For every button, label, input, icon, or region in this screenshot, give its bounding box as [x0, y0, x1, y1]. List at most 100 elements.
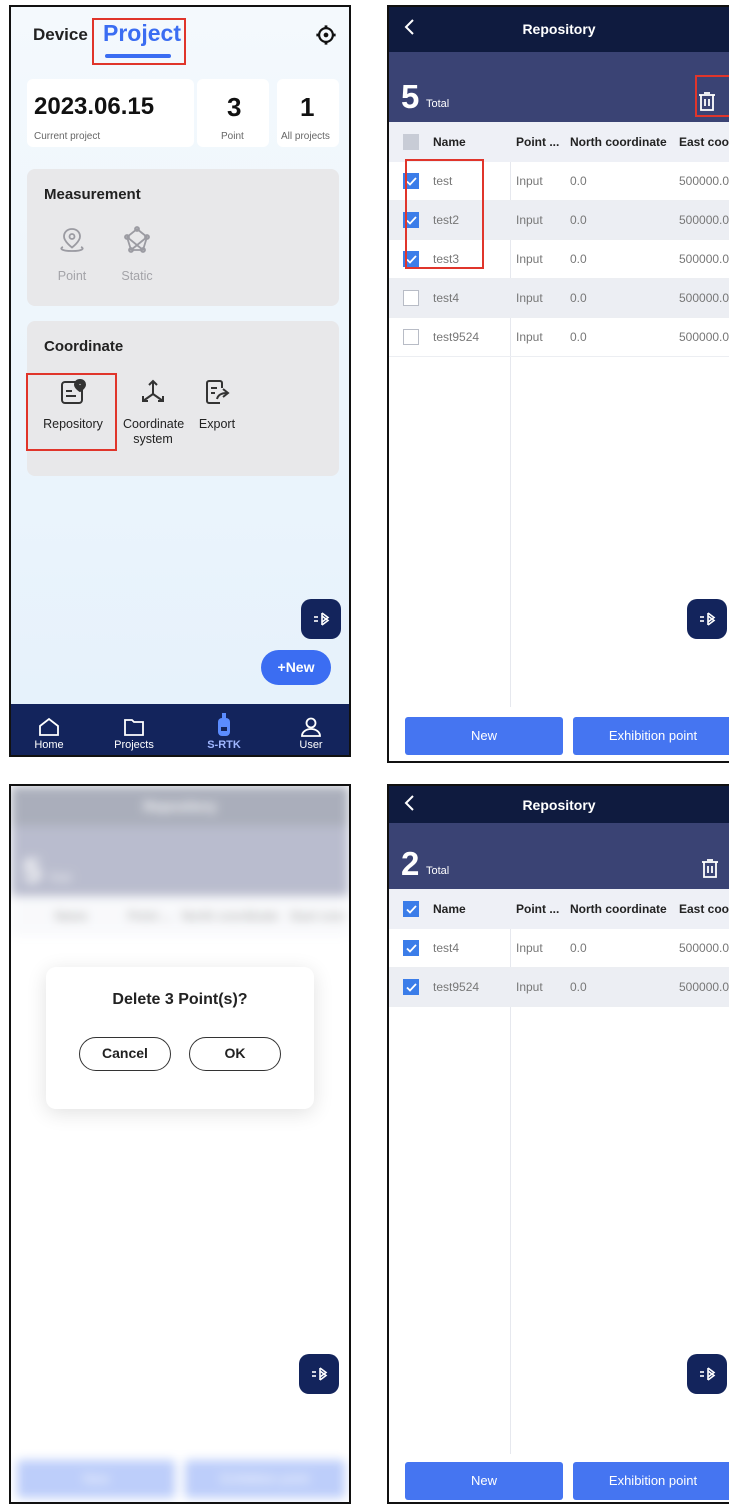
cell-north: 0.0: [570, 291, 587, 305]
tool-coordinate-system-label: Coordinate system: [123, 417, 185, 446]
new-point-button[interactable]: New: [405, 1462, 563, 1500]
cell-point-type: Input: [516, 291, 543, 305]
bg-title: Repository: [143, 798, 217, 814]
summary-band: 5 Total: [389, 52, 729, 122]
tool-coordinate-system[interactable]: Coordinate system: [123, 377, 185, 447]
bg-total: Total: [48, 872, 72, 884]
tool-export-label: Export: [198, 417, 236, 431]
current-project-date: 2023.06.15: [34, 93, 155, 120]
repository-header: Repository: [389, 786, 729, 823]
bluetooth-fab[interactable]: [299, 1354, 339, 1394]
stat-current-project: 2023.06.15 Current project: [27, 79, 194, 147]
cell-east: 500000.0: [679, 252, 729, 266]
point-count: 3: [227, 92, 242, 122]
exhibition-point-button[interactable]: Exhibition point: [573, 1462, 729, 1500]
row-checkbox[interactable]: [403, 290, 419, 306]
table-row[interactable]: test9524 Input 0.0 500000.0: [389, 318, 729, 357]
bg-table-header: Name Point ... North coordinate East coo…: [11, 896, 349, 936]
cell-north: 0.0: [570, 174, 587, 188]
cell-name: test4: [433, 941, 460, 955]
bg-bottom-actions: New Exhibition point: [11, 1454, 349, 1502]
row-checkbox[interactable]: [403, 979, 419, 995]
new-point-button[interactable]: New: [405, 717, 563, 755]
row-checkbox[interactable]: [403, 940, 419, 956]
tool-static[interactable]: Static: [112, 225, 162, 283]
cell-east: 500000.0: [679, 330, 729, 344]
cell-point-type: Input: [516, 213, 543, 227]
nav-s-rtk[interactable]: S-RTK: [189, 704, 259, 755]
repository-screen-selected: Repository 5 Total Name Point ... North …: [387, 5, 729, 763]
all-projects-count: 1: [300, 92, 315, 122]
nav-home-label: Home: [34, 739, 64, 751]
bg-header-name: Name: [55, 909, 88, 923]
cell-name: test9524: [433, 330, 480, 344]
nav-s-rtk-label: S-RTK: [207, 739, 241, 751]
cell-east: 500000.0: [679, 174, 729, 188]
measurement-title: Measurement: [44, 186, 141, 203]
cell-north: 0.0: [570, 980, 587, 994]
cell-north: 0.0: [570, 213, 587, 227]
bottom-actions: New Exhibition point: [389, 711, 729, 761]
bg-header-east: East coor: [291, 909, 346, 923]
bluetooth-fab[interactable]: [687, 1354, 727, 1394]
bluetooth-fab[interactable]: [301, 599, 341, 639]
bluetooth-fab[interactable]: [687, 599, 727, 639]
bottom-navigation: Home Projects S-RTK User: [11, 704, 349, 755]
page-title: Repository: [522, 21, 596, 37]
tab-device[interactable]: Device: [33, 25, 88, 45]
tool-point-label: Point: [57, 269, 87, 283]
project-home-screen: Device Project 2023.06.15 Current projec…: [9, 5, 351, 757]
new-project-button[interactable]: +New: [261, 650, 331, 685]
repository-header: Repository: [389, 7, 729, 52]
trash-icon[interactable]: [701, 859, 719, 879]
cancel-button[interactable]: Cancel: [79, 1037, 171, 1071]
nav-projects-label: Projects: [114, 739, 154, 751]
header-north: North coordinate: [570, 902, 667, 916]
all-projects-label: All projects: [281, 131, 330, 142]
header-point-type: Point ...: [516, 902, 560, 916]
bg-header-north: North coordinate: [182, 909, 279, 923]
cell-name: test9524: [433, 980, 480, 994]
table-row[interactable]: test4 Input 0.0 500000.0: [389, 929, 729, 968]
export-icon: [206, 380, 230, 404]
select-all-checkbox[interactable]: [403, 901, 419, 917]
settings-gear-icon[interactable]: [315, 24, 337, 46]
home-icon: [39, 717, 59, 736]
cell-point-type: Input: [516, 174, 543, 188]
measurement-card: Measurement Point Static: [27, 169, 339, 306]
delete-confirm-screen: Repository 5 Total Name Point ... North …: [9, 784, 351, 1504]
table-header: Name Point ... North coordinate East coo: [389, 889, 729, 929]
table-row[interactable]: test4 Input 0.0 500000.0: [389, 279, 729, 318]
cell-name: test4: [433, 291, 460, 305]
bg-exhibition-button: Exhibition point: [185, 1460, 345, 1498]
folder-icon: [124, 719, 144, 736]
cell-east: 500000.0: [679, 213, 729, 227]
tool-static-label: Static: [121, 269, 153, 283]
bg-header-type: Point ...: [128, 909, 172, 923]
nav-user[interactable]: User: [276, 704, 346, 755]
row-checkbox[interactable]: [403, 329, 419, 345]
cell-north: 0.0: [570, 252, 587, 266]
select-all-checkbox[interactable]: [403, 134, 419, 150]
cell-east: 500000.0: [679, 291, 729, 305]
checkmark-icon: [406, 905, 417, 914]
receiver-device-icon: [218, 713, 230, 736]
static-network-icon: [124, 226, 150, 253]
exhibition-point-button[interactable]: Exhibition point: [573, 717, 729, 755]
cell-north: 0.0: [570, 330, 587, 344]
nav-projects[interactable]: Projects: [99, 704, 169, 755]
tool-export[interactable]: Export: [192, 377, 242, 431]
bluetooth-icon: [312, 1367, 328, 1381]
summary-band: 2 Total: [389, 823, 729, 889]
nav-home[interactable]: Home: [14, 704, 84, 755]
bluetooth-icon: [314, 612, 330, 626]
header-name: Name: [433, 902, 466, 916]
page-title: Repository: [522, 797, 596, 813]
blurred-repository-background: Repository 5 Total Name Point ... North …: [11, 786, 349, 1502]
table-row[interactable]: test9524 Input 0.0 500000.0: [389, 968, 729, 1007]
ok-button[interactable]: OK: [189, 1037, 281, 1071]
tool-point[interactable]: Point: [47, 225, 97, 283]
header-east: East coor: [679, 135, 729, 149]
nav-user-label: User: [299, 739, 323, 751]
bg-count: 5: [23, 852, 42, 889]
